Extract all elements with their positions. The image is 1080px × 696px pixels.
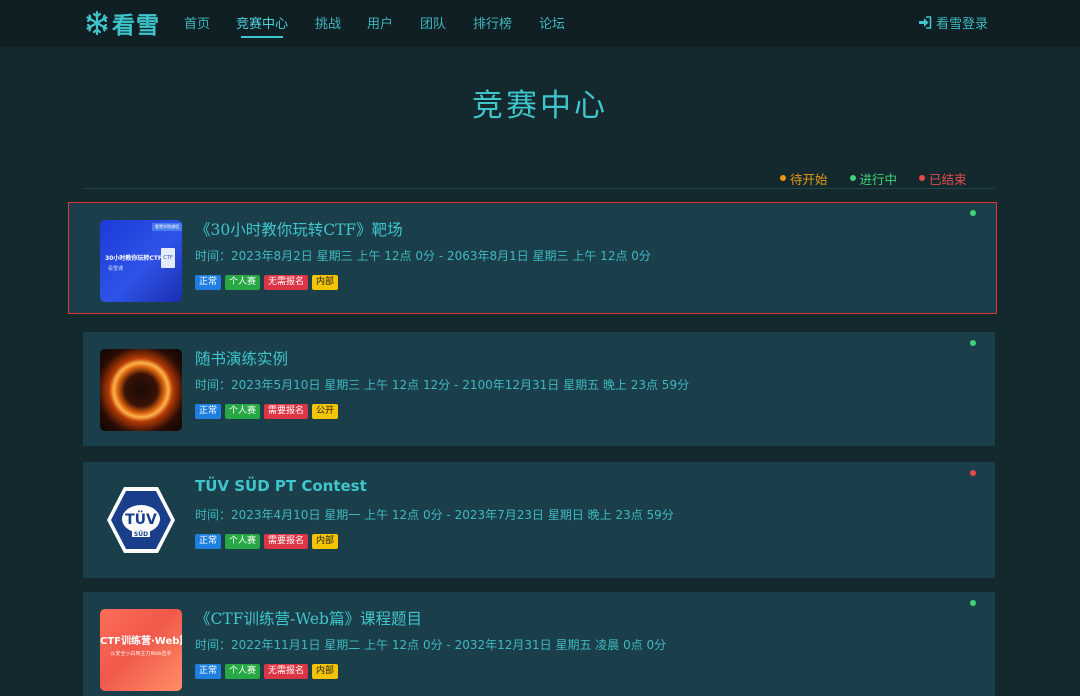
legend-running-label: 进行中 xyxy=(859,171,898,187)
thumb-subtitle: 看雪课 xyxy=(108,266,124,272)
tag-visibility: 内部 xyxy=(312,664,339,679)
legend-running: 进行中 xyxy=(849,170,898,187)
nav-users[interactable]: 用户 xyxy=(367,13,393,32)
tag-registration: 需要报名 xyxy=(264,404,309,419)
competition-title[interactable]: TÜV SÜD PT Contest xyxy=(195,477,367,495)
logo-text: 看雪 xyxy=(112,13,160,39)
competition-title[interactable]: 《CTF训练营-Web篇》课程题目 xyxy=(195,607,422,629)
tag-mode: 个人赛 xyxy=(225,534,261,549)
tag-status: 正常 xyxy=(195,664,222,679)
tag-registration: 需要报名 xyxy=(264,534,309,549)
competition-time: 时间：2023年8月2日 星期三 上午 12点 0分 - 2063年8月1日 星… xyxy=(195,249,651,263)
thumb-title: CTF训练营·Web篇 xyxy=(100,636,182,647)
competition-title[interactable]: 随书演练实例 xyxy=(195,347,288,369)
running-status-icon xyxy=(970,210,976,216)
tag-status: 正常 xyxy=(195,275,222,290)
tag-visibility: 内部 xyxy=(312,534,339,549)
competition-tags: 正常 个人赛 需要报名 内部 xyxy=(195,534,339,549)
competition-card[interactable]: CTF训练营·Web篇 从安全小白到主力Web选手 《CTF训练营-Web篇》课… xyxy=(83,592,995,696)
tuv-logo-text: TÜV xyxy=(125,510,157,528)
running-dot-icon xyxy=(849,175,856,181)
tag-status: 正常 xyxy=(195,404,222,419)
legend-pending-label: 待开始 xyxy=(790,171,828,187)
divider xyxy=(83,188,995,189)
snowflake-icon xyxy=(86,10,108,36)
competition-time: 时间：2023年4月10日 星期一 上午 12点 0分 - 2023年7月23日… xyxy=(195,508,674,522)
nav-forum[interactable]: 论坛 xyxy=(539,13,565,32)
tag-visibility: 公开 xyxy=(312,404,339,419)
competition-time: 时间：2023年5月10日 星期三 上午 12点 12分 - 2100年12月3… xyxy=(195,378,690,392)
competition-title[interactable]: 《30小时教你玩转CTF》靶场 xyxy=(195,218,403,240)
sud-logo-text: SÜD xyxy=(134,531,148,538)
status-legend: 待开始 进行中 已结束 xyxy=(780,170,967,187)
thumb-title: 30小时教你玩转CTF xyxy=(105,255,162,262)
thumb-badge: 看雪学院课程 xyxy=(152,223,182,231)
competition-card[interactable]: 看雪学院课程 30小时教你玩转CTF 看雪课 CTF 《30小时教你玩转CTF》… xyxy=(68,202,997,314)
tag-registration: 无需报名 xyxy=(264,275,309,290)
ended-status-icon xyxy=(970,470,976,476)
tuv-logo-icon: TÜV SÜD xyxy=(107,487,175,553)
competition-tags: 正常 个人赛 无需报名 内部 xyxy=(195,664,339,679)
ended-dot-icon xyxy=(919,175,926,181)
competition-thumbnail: TÜV SÜD xyxy=(100,479,182,561)
competition-thumbnail xyxy=(100,349,182,431)
nav-challenges[interactable]: 挑战 xyxy=(315,13,341,32)
competition-thumbnail: CTF训练营·Web篇 从安全小白到主力Web选手 xyxy=(100,609,182,691)
nav-competition-center[interactable]: 竞赛中心 xyxy=(236,13,288,32)
legend-pending: 待开始 xyxy=(780,170,828,187)
legend-ended: 已结束 xyxy=(919,170,967,187)
tag-mode: 个人赛 xyxy=(225,404,261,419)
competition-time: 时间：2022年11月1日 星期二 上午 12点 0分 - 2032年12月31… xyxy=(195,638,667,652)
competition-card[interactable]: TÜV SÜD TÜV SÜD PT Contest 时间：2023年4月10日… xyxy=(83,462,995,578)
login-label: 看雪登录 xyxy=(936,17,989,32)
nav-teams[interactable]: 团队 xyxy=(420,13,446,32)
running-status-icon xyxy=(970,600,976,606)
document-icon: CTF xyxy=(161,248,175,268)
login-link[interactable]: 看雪登录 xyxy=(918,13,988,32)
competition-thumbnail: 看雪学院课程 30小时教你玩转CTF 看雪课 CTF xyxy=(100,220,182,302)
nav-leaderboard[interactable]: 排行榜 xyxy=(473,13,512,32)
sign-in-icon xyxy=(919,16,932,29)
running-status-icon xyxy=(970,340,976,346)
nav-home[interactable]: 首页 xyxy=(184,13,210,32)
nav-active-underline xyxy=(241,36,283,38)
tag-status: 正常 xyxy=(195,534,222,549)
competition-tags: 正常 个人赛 需要报名 公开 xyxy=(195,404,339,419)
competition-tags: 正常 个人赛 无需报名 内部 xyxy=(195,275,339,290)
logo[interactable]: 看雪 xyxy=(84,8,160,39)
tag-visibility: 内部 xyxy=(312,275,339,290)
navbar: 看雪 首页 竞赛中心 挑战 用户 团队 排行榜 论坛 看雪登录 xyxy=(0,0,1080,47)
pending-dot-icon xyxy=(780,175,786,181)
tag-mode: 个人赛 xyxy=(225,664,261,679)
thumb-subtitle: 从安全小白到主力Web选手 xyxy=(110,651,172,657)
tag-mode: 个人赛 xyxy=(225,275,261,290)
competition-card[interactable]: 随书演练实例 时间：2023年5月10日 星期三 上午 12点 12分 - 21… xyxy=(83,332,995,446)
legend-ended-label: 已结束 xyxy=(929,171,967,187)
tag-registration: 无需报名 xyxy=(264,664,309,679)
page-title: 竞赛中心 xyxy=(472,88,608,124)
